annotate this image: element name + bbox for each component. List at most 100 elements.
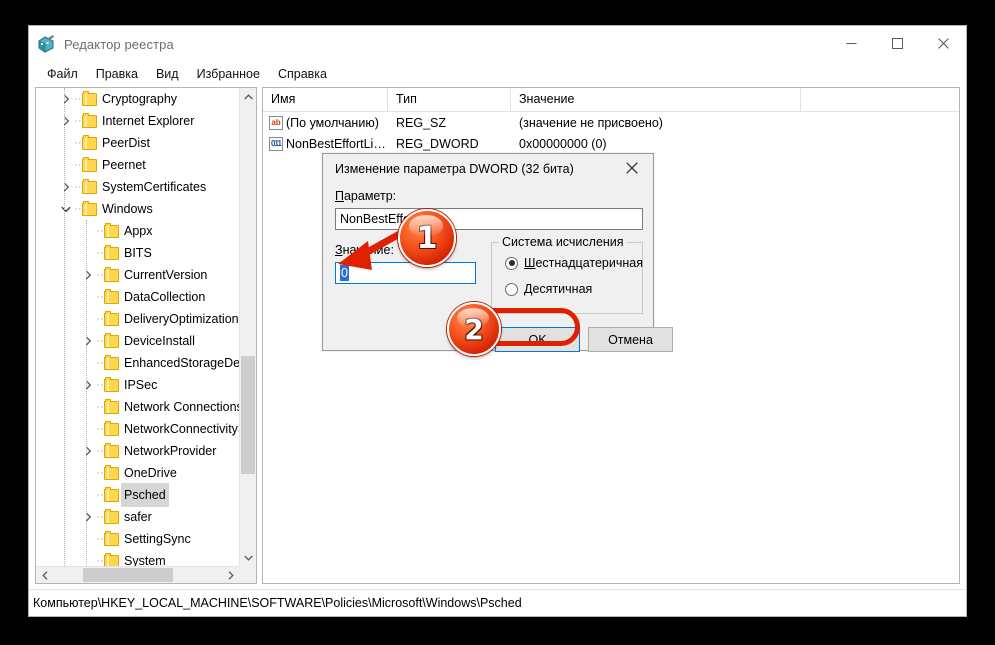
tree-horizontal-scroll-thumb[interactable] — [83, 568, 173, 582]
tree-node-datacollection[interactable]: ·· DataCollection — [36, 286, 239, 308]
column-header-value[interactable]: Значение — [511, 88, 801, 111]
chevron-right-icon[interactable] — [80, 506, 96, 528]
tree-node-windows[interactable]: ·· Windows — [36, 198, 239, 220]
tree-node-peerdist[interactable]: ·· PeerDist — [36, 132, 239, 154]
tree-leaf-spacer — [80, 462, 96, 484]
menu-favorites[interactable]: Избранное — [188, 65, 269, 83]
tree-connector: ·· — [74, 181, 82, 193]
string-value-icon: ab — [269, 115, 283, 130]
tree-node-ipsec[interactable]: ·· IPSec — [36, 374, 239, 396]
dialog-close-icon[interactable] — [611, 154, 653, 182]
menu-file[interactable]: Файл — [38, 65, 87, 83]
tree-leaf-spacer — [80, 528, 96, 550]
chevron-down-icon[interactable] — [58, 198, 74, 220]
value-row[interactable]: 011 NonBestEffortLi… REG_DWORD 0x00000000 (… — [263, 133, 959, 154]
value-name: NonBestEffortLi… — [286, 136, 386, 151]
tree-node-networkprovider[interactable]: ·· NetworkProvider — [36, 440, 239, 462]
regedit-icon — [37, 35, 55, 53]
tree-node-settingsync[interactable]: ·· SettingSync — [36, 528, 239, 550]
chevron-right-icon[interactable] — [80, 264, 96, 286]
tree-node-deliveryoptimization[interactable]: ·· DeliveryOptimization — [36, 308, 239, 330]
radio-decimal-mark — [505, 282, 518, 296]
tree-connector: ·· — [74, 203, 82, 215]
tree-node-label: Appx — [124, 224, 153, 238]
values-list[interactable]: ab (По умолчанию) REG_SZ (значение не присв… — [263, 112, 959, 154]
chevron-right-icon[interactable] — [58, 176, 74, 198]
tree-node-networkconnectivitys[interactable]: ·· NetworkConnectivityS — [36, 418, 239, 440]
menu-view[interactable]: Вид — [147, 65, 188, 83]
tree-guide-line — [86, 220, 88, 566]
menu-help[interactable]: Справка — [269, 65, 336, 83]
tree-node-onedrive[interactable]: ·· OneDrive — [36, 462, 239, 484]
tree-node-label: OneDrive — [124, 466, 177, 480]
tree-node-network-connections[interactable]: ·· Network Connections — [36, 396, 239, 418]
value-name-cell: ab (По умолчанию) — [263, 115, 388, 130]
minimize-button[interactable] — [828, 26, 874, 60]
tree-leaf-spacer — [80, 242, 96, 264]
value-type: REG_SZ — [396, 115, 447, 130]
tree-vertical-scrollbar[interactable] — [239, 88, 256, 566]
values-column-headers: Имя Тип Значение — [263, 88, 959, 112]
column-header-name[interactable]: Имя — [263, 88, 388, 111]
dword-value-icon: 011 — [269, 136, 283, 151]
value-data: (значение не присвоено) — [519, 115, 663, 130]
value-row[interactable]: ab (По умолчанию) REG_SZ (значение не присв… — [263, 112, 959, 133]
scroll-left-icon[interactable] — [36, 567, 53, 584]
tree-leaf-spacer — [80, 396, 96, 418]
folder-icon — [104, 376, 119, 392]
chevron-right-icon[interactable] — [80, 374, 96, 396]
scrollbar-corner — [239, 566, 256, 583]
tree-node-label: DataCollection — [124, 290, 206, 304]
radix-group-label: Система исчисления — [499, 235, 627, 249]
menu-edit[interactable]: Правка — [87, 65, 147, 83]
tree-vertical-scroll-thumb[interactable] — [241, 356, 255, 474]
tree-node-deviceinstall[interactable]: ·· DeviceInstall — [36, 330, 239, 352]
tree-connector: ·· — [96, 401, 104, 413]
tree-node-enhancedstoragedevi[interactable]: ·· EnhancedStorageDevi — [36, 352, 239, 374]
tree-connector: ·· — [96, 511, 104, 523]
scroll-up-icon[interactable] — [240, 88, 256, 105]
cancel-button[interactable]: Отмена — [588, 327, 673, 352]
chevron-right-icon[interactable] — [58, 88, 74, 110]
tree-node-currentversion[interactable]: ·· CurrentVersion — [36, 264, 239, 286]
tree-horizontal-scrollbar[interactable] — [36, 566, 239, 583]
tree-node-label: BITS — [124, 246, 152, 260]
folder-icon — [82, 112, 97, 128]
tree-node-safer[interactable]: ·· safer — [36, 506, 239, 528]
chevron-right-icon[interactable] — [58, 110, 74, 132]
tree-node-psched[interactable]: ·· Psched — [36, 483, 239, 507]
tree-node-cryptography[interactable]: ·· Cryptography — [36, 88, 239, 110]
radio-hexadecimal-mark — [505, 256, 518, 270]
value-name-cell: 011 NonBestEffortLi… — [263, 136, 388, 151]
folder-icon — [104, 464, 119, 480]
tree-node-label: Psched — [121, 483, 169, 507]
tree-connector: ·· — [96, 555, 104, 566]
maximize-button[interactable] — [874, 26, 920, 60]
tree-leaf-spacer — [80, 418, 96, 440]
tree-node-systemcertificates[interactable]: ·· SystemCertificates — [36, 176, 239, 198]
tree-node-bits[interactable]: ·· BITS — [36, 242, 239, 264]
registry-tree[interactable]: ·· Cryptography ·· Internet Explorer ·· PeerD… — [36, 88, 239, 566]
chevron-right-icon[interactable] — [80, 330, 96, 352]
tree-connector: ·· — [74, 93, 82, 105]
column-header-type[interactable]: Тип — [388, 88, 511, 111]
radio-decimal[interactable]: Десятичная — [505, 282, 592, 296]
tree-leaf-spacer — [58, 154, 74, 176]
tree-node-internet-explorer[interactable]: ·· Internet Explorer — [36, 110, 239, 132]
callout-badge-1: 1 — [398, 209, 456, 267]
menubar: Файл Правка Вид Избранное Справка — [29, 62, 966, 86]
chevron-right-icon[interactable] — [80, 440, 96, 462]
scroll-down-icon[interactable] — [240, 549, 256, 566]
folder-icon — [104, 420, 119, 436]
tree-node-label: Peernet — [102, 158, 146, 172]
registry-tree-pane[interactable]: ·· Cryptography ·· Internet Explorer ·· PeerD… — [35, 87, 257, 584]
callout-badge-2: 2 — [447, 302, 501, 356]
close-window-button[interactable] — [920, 26, 966, 60]
tree-connector: ·· — [96, 225, 104, 237]
folder-icon — [104, 530, 119, 546]
tree-node-peernet[interactable]: ·· Peernet — [36, 154, 239, 176]
radio-hexadecimal[interactable]: Шестнадцатеричная — [505, 256, 643, 270]
scroll-right-icon[interactable] — [222, 567, 239, 583]
tree-node-appx[interactable]: ·· Appx — [36, 220, 239, 242]
tree-node-system[interactable]: ·· System — [36, 550, 239, 566]
